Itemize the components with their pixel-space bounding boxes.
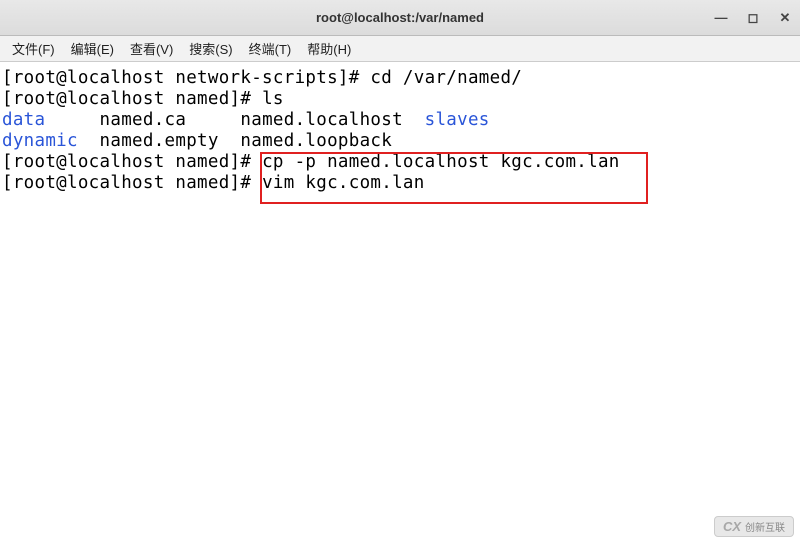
command-cd: cd /var/named/ xyxy=(370,68,522,88)
watermark: CX 创新互联 xyxy=(714,516,794,537)
command-cp: cp -p named.localhost kgc.com.lan xyxy=(262,152,620,172)
minimize-button[interactable]: — xyxy=(714,11,728,25)
ls-dir-dynamic: dynamic xyxy=(2,131,78,151)
ls-file: named.empty xyxy=(100,131,219,151)
watermark-text: 创新互联 xyxy=(745,519,785,534)
prompt: [root@localhost named]# xyxy=(2,173,262,193)
ls-file: named.loopback xyxy=(240,131,392,151)
ls-dir-data: data xyxy=(2,110,45,130)
ls-file: named.localhost xyxy=(240,110,403,130)
prompt: [root@localhost network-scripts]# xyxy=(2,68,370,88)
menu-file[interactable]: 文件(F) xyxy=(6,37,61,60)
watermark-icon: CX xyxy=(723,519,741,534)
ls-dir-slaves: slaves xyxy=(425,110,490,130)
window-controls: — ◻ ✕ xyxy=(714,11,792,25)
command-vim: vim kgc.com.lan xyxy=(262,173,425,193)
window-title: root@localhost:/var/named xyxy=(316,10,484,25)
menu-edit[interactable]: 编辑(E) xyxy=(65,37,120,60)
prompt: [root@localhost named]# xyxy=(2,89,262,109)
titlebar: root@localhost:/var/named — ◻ ✕ xyxy=(0,0,800,36)
menu-search[interactable]: 搜索(S) xyxy=(183,37,238,60)
ls-file: named.ca xyxy=(100,110,187,130)
command-ls: ls xyxy=(262,89,284,109)
menu-terminal[interactable]: 终端(T) xyxy=(243,37,298,60)
prompt: [root@localhost named]# xyxy=(2,152,262,172)
close-button[interactable]: ✕ xyxy=(778,11,792,25)
menubar: 文件(F) 编辑(E) 查看(V) 搜索(S) 终端(T) 帮助(H) xyxy=(0,36,800,62)
maximize-button[interactable]: ◻ xyxy=(746,11,760,25)
menu-view[interactable]: 查看(V) xyxy=(124,37,179,60)
terminal-area[interactable]: [root@localhost network-scripts]# cd /va… xyxy=(0,62,800,543)
menu-help[interactable]: 帮助(H) xyxy=(301,37,357,60)
